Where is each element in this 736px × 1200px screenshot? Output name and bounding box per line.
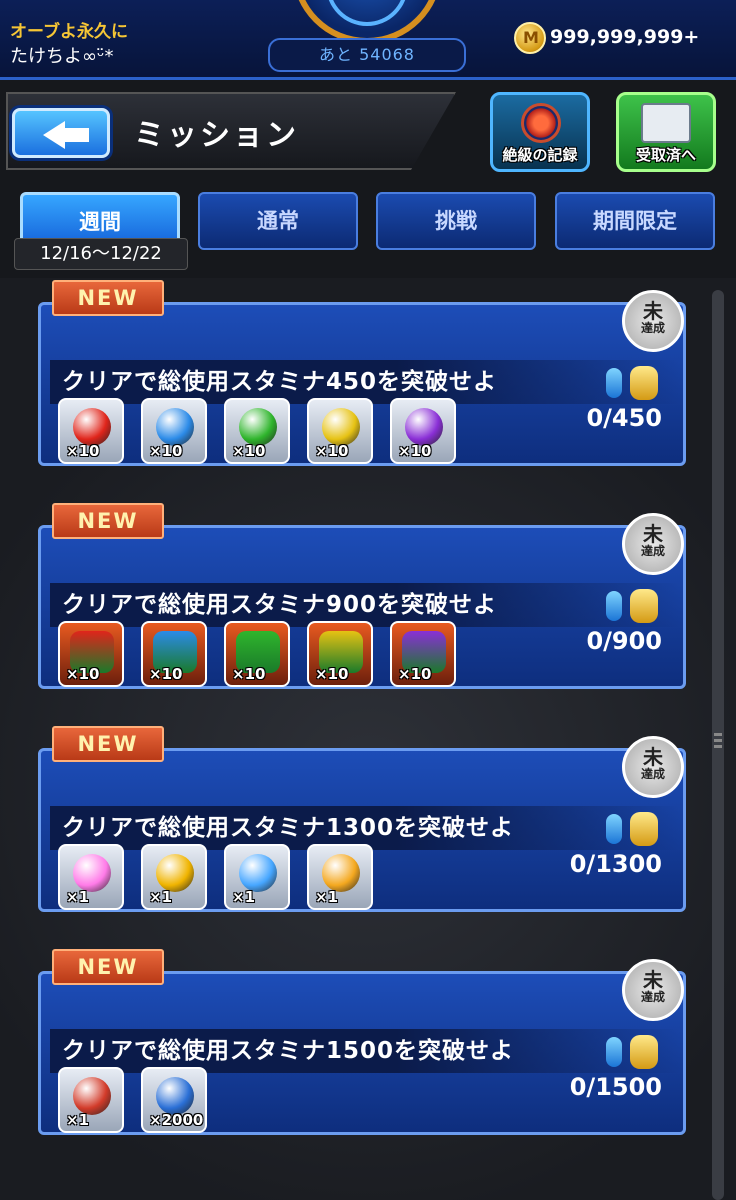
reward-quantity: ×10	[398, 665, 432, 683]
green-orb-icon	[239, 408, 277, 446]
unachieved-stamp: 未達成	[622, 736, 684, 798]
unachieved-mark: 未	[643, 968, 663, 992]
reward-item[interactable]: ×1	[224, 844, 290, 910]
scroll-grip-icon[interactable]	[714, 730, 722, 760]
mission-description: クリアで総使用スタミナ1300を突破せよ	[62, 815, 515, 841]
reward-item[interactable]: ×10	[390, 621, 456, 687]
reward-quantity: ×10	[315, 442, 349, 460]
reward-item[interactable]: ×1	[307, 844, 373, 910]
unachieved-stamp: 未達成	[622, 290, 684, 352]
back-button[interactable]	[12, 108, 110, 158]
reward-quantity: ×1	[66, 888, 90, 906]
multiplayer-icon	[606, 812, 662, 846]
mission-progress: 0/450	[586, 404, 662, 432]
orb-coin-icon	[514, 22, 546, 54]
exp-remaining: あと 54068	[268, 38, 466, 72]
mission-item[interactable]: NEW 未達成クリアで総使用スタミナ1300を突破せよ 0/1300 ×1 ×1 ×1 ×1	[38, 726, 686, 912]
mission-item[interactable]: NEW 未達成クリアで総使用スタミナ1500を突破せよ 0/1500 ×1 ×2000	[38, 949, 686, 1135]
reward-quantity: ×10	[66, 665, 100, 683]
reward-quantity: ×10	[66, 442, 100, 460]
week-date-range: 12/16～12/22	[14, 238, 188, 270]
new-badge: NEW	[52, 280, 164, 316]
reward-item[interactable]: ×10	[307, 621, 373, 687]
reward-item[interactable]: ×1	[58, 844, 124, 910]
status-bar: オーブよ永久に たけちよ∞ᵕ̈* あと 54068 999,999,999+	[0, 0, 736, 80]
record-button-label: 絶級の記録	[502, 146, 578, 164]
reward-item[interactable]: ×10	[390, 398, 456, 464]
flask-icon	[239, 854, 277, 892]
player-name-line1: オーブよ永久に	[10, 22, 128, 42]
reward-item[interactable]: ×1	[58, 1067, 124, 1133]
reward-item[interactable]: ×10	[58, 398, 124, 464]
unachieved-stamp: 未達成	[622, 959, 684, 1021]
unachieved-mark: 未	[643, 745, 663, 769]
reward-item[interactable]: ×10	[224, 398, 290, 464]
reward-quantity: ×10	[232, 442, 266, 460]
unachieved-label: 達成	[640, 990, 665, 1004]
reward-quantity: ×2000	[149, 1111, 204, 1129]
unachieved-mark: 未	[643, 299, 663, 323]
mission-description: クリアで総使用スタミナ1500を突破せよ	[62, 1038, 515, 1064]
tab-challenge[interactable]: 挑戦	[376, 192, 536, 250]
reward-item[interactable]: ×10	[58, 621, 124, 687]
reward-item[interactable]: ×10	[141, 398, 207, 464]
purple-orb-icon	[405, 408, 443, 446]
blue-flame-icon	[156, 1077, 194, 1115]
red-orb-icon	[73, 408, 111, 446]
received-button-label: 受取済へ	[635, 146, 696, 164]
multiplayer-icon	[606, 589, 662, 623]
new-badge: NEW	[52, 949, 164, 985]
reward-quantity: ×1	[149, 888, 173, 906]
yellow-orb-icon	[322, 408, 360, 446]
reward-item[interactable]: ×10	[141, 621, 207, 687]
reward-quantity: ×10	[149, 665, 183, 683]
unachieved-mark: 未	[643, 522, 663, 546]
received-button[interactable]: 受取済へ	[616, 92, 716, 172]
unachieved-label: 達成	[640, 544, 665, 558]
page-title: ミッション	[134, 118, 299, 153]
mission-description: クリアで総使用スタミナ450を突破せよ	[62, 369, 498, 395]
gold-pawn-icon	[322, 854, 360, 892]
reward-quantity: ×10	[149, 442, 183, 460]
multiplayer-icon	[606, 366, 662, 400]
unachieved-stamp: 未達成	[622, 513, 684, 575]
reward-quantity: ×1	[315, 888, 339, 906]
book-icon	[641, 103, 691, 143]
reward-quantity: ×10	[232, 665, 266, 683]
mission-description: クリアで総使用スタミナ900を突破せよ	[62, 592, 498, 618]
blue-orb-icon	[156, 408, 194, 446]
reward-quantity: ×1	[232, 888, 256, 906]
scroll-icon	[73, 1077, 111, 1115]
new-badge: NEW	[52, 726, 164, 762]
reward-item[interactable]: ×10	[307, 398, 373, 464]
unachieved-label: 達成	[640, 321, 665, 335]
multiplayer-icon	[606, 1035, 662, 1069]
energy-can-icon	[156, 854, 194, 892]
rainbow-orb-icon	[73, 854, 111, 892]
reward-quantity: ×10	[398, 442, 432, 460]
unachieved-label: 達成	[640, 767, 665, 781]
reward-item[interactable]: ×10	[224, 621, 290, 687]
tab-normal[interactable]: 通常	[198, 192, 358, 250]
reward-quantity: ×10	[315, 665, 349, 683]
reward-item[interactable]: ×1	[141, 844, 207, 910]
record-emblem-icon	[521, 103, 561, 143]
mission-item[interactable]: NEW 未達成クリアで総使用スタミナ450を突破せよ 0/450 ×10 ×10 ×10 ×…	[38, 280, 686, 466]
new-badge: NEW	[52, 503, 164, 539]
mission-progress: 0/1500	[569, 1073, 662, 1101]
player-name-line2: たけちよ∞ᵕ̈*	[10, 46, 114, 67]
mission-progress: 0/900	[586, 627, 662, 655]
record-button[interactable]: 絶級の記録	[490, 92, 590, 172]
tab-limited[interactable]: 期間限定	[555, 192, 715, 250]
mission-item[interactable]: NEW 未達成クリアで総使用スタミナ900を突破せよ 0/900 ×10 ×10 ×10 ×…	[38, 503, 686, 689]
mission-progress: 0/1300	[569, 850, 662, 878]
orb-count: 999,999,999+	[550, 26, 700, 48]
reward-quantity: ×1	[66, 1111, 90, 1129]
reward-item[interactable]: ×2000	[141, 1067, 207, 1133]
